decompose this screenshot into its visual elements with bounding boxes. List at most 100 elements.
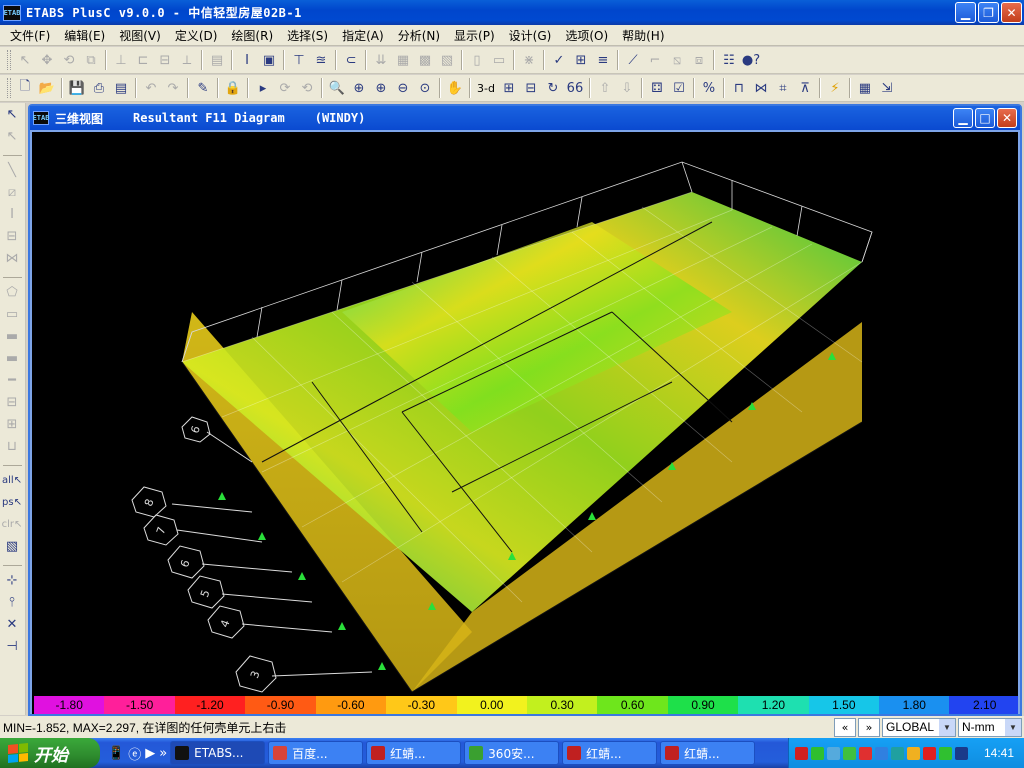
view-minimize-button[interactable]: ▁	[953, 108, 973, 128]
coord-system-select[interactable]: GLOBAL ▼	[882, 717, 956, 737]
draw-line-icon[interactable]: ⟋	[622, 49, 644, 71]
units-select[interactable]: N-mm ▼	[958, 717, 1022, 737]
select-pointer-icon[interactable]: ↖	[0, 103, 24, 125]
area-section-icon[interactable]: ▣	[258, 49, 280, 71]
view-3d-button[interactable]: 3-d	[474, 82, 498, 95]
view-close-button[interactable]: ✕	[997, 108, 1017, 128]
truss-view-icon[interactable]: ⋈	[750, 77, 772, 99]
percent-icon[interactable]: %	[698, 77, 720, 99]
info-icon[interactable]: ●?	[740, 49, 762, 71]
up-arrow-icon[interactable]: ⇧	[594, 77, 616, 99]
move-icon[interactable]: ✥	[36, 49, 58, 71]
clear-select-icon[interactable]: clr↖	[0, 513, 24, 535]
set-display-icon[interactable]: ⚃	[646, 77, 668, 99]
menu-design[interactable]: 设计(G)	[502, 27, 559, 44]
tray-input-icon[interactable]	[955, 746, 968, 760]
draw-opening-icon[interactable]: ▬	[0, 347, 24, 369]
menu-file[interactable]: 文件(F)	[3, 27, 57, 44]
menu-view[interactable]: 视图(V)	[112, 27, 168, 44]
more-chevron-icon[interactable]: »	[159, 746, 167, 761]
menu-analyze[interactable]: 分析(N)	[391, 27, 447, 44]
tray-blue-icon[interactable]	[875, 746, 888, 760]
zoom-window-icon[interactable]: 🔍	[326, 77, 348, 99]
menu-select[interactable]: 选择(S)	[280, 27, 335, 44]
export-icon[interactable]: ⇲	[876, 77, 898, 99]
pan-icon[interactable]: ✋	[444, 77, 466, 99]
run-analysis-icon[interactable]: ▸	[252, 77, 274, 99]
task-button[interactable]: 红蜻...	[660, 741, 756, 765]
previous-select-icon[interactable]: ps↖	[0, 491, 24, 513]
rotate-3d-icon[interactable]: ↻	[542, 77, 564, 99]
portal-frame-icon[interactable]: ⊓	[728, 77, 750, 99]
draw-column-icon[interactable]: I	[0, 203, 24, 225]
check-icon[interactable]: ✓	[548, 49, 570, 71]
media-icon[interactable]: ▶	[145, 746, 155, 761]
perspective-icon[interactable]: 66	[564, 77, 586, 99]
frame-forces-icon[interactable]: ⊼	[794, 77, 816, 99]
ie-icon[interactable]: ⓔ	[128, 744, 141, 763]
draw-line-icon[interactable]: ╲	[0, 159, 24, 181]
spring-icon[interactable]: ≊	[310, 49, 332, 71]
wall-icon[interactable]: ▯	[466, 49, 488, 71]
save-icon[interactable]: 💾	[66, 77, 88, 99]
elevation-view-icon[interactable]: ⊟	[520, 77, 542, 99]
tray-shield-icon[interactable]	[907, 746, 920, 760]
merge-icon[interactable]: ⊏	[132, 49, 154, 71]
table-view-icon[interactable]: ▦	[854, 77, 876, 99]
task-button[interactable]: 360安...	[464, 741, 560, 765]
tray-speaker-icon[interactable]	[891, 746, 904, 760]
rotate-view-icon[interactable]: ⟳	[274, 77, 296, 99]
draw-area-icon[interactable]: ⬠	[0, 281, 24, 303]
tray-close-icon[interactable]	[859, 746, 872, 760]
draw-rect-icon[interactable]: ▭	[0, 303, 24, 325]
zoom-in-icon[interactable]: ⊕	[370, 77, 392, 99]
load-temp-icon[interactable]: ▧	[436, 49, 458, 71]
minimize-button[interactable]: ▁	[955, 2, 976, 23]
close-button[interactable]: ✕	[1001, 2, 1022, 23]
zoom-all-icon[interactable]: ⊙	[414, 77, 436, 99]
draw-section-icon[interactable]: ⊞	[0, 413, 24, 435]
section-icon[interactable]: ▤	[206, 49, 228, 71]
brace-icon[interactable]: ⧅	[666, 49, 688, 71]
pier-icon[interactable]: ▭	[488, 49, 510, 71]
diaphragm-icon[interactable]: ⊂	[340, 49, 362, 71]
restore-button[interactable]: ❐	[978, 2, 999, 23]
print-setup-icon[interactable]: ▤	[110, 77, 132, 99]
open-folder-icon[interactable]: 📂	[36, 77, 58, 99]
menu-display[interactable]: 显示(P)	[447, 27, 502, 44]
start-button[interactable]: 开始	[0, 738, 100, 768]
reshape-icon[interactable]: ↖	[0, 125, 24, 147]
menu-define[interactable]: 定义(D)	[168, 27, 225, 44]
task-button[interactable]: 百度...	[268, 741, 364, 765]
zoom-restore-icon[interactable]: ⊕	[348, 77, 370, 99]
rotate-icon[interactable]: ⟲	[58, 49, 80, 71]
lock-icon[interactable]: 🔒	[222, 77, 244, 99]
snap-intersect-icon[interactable]: ✕	[0, 613, 24, 635]
menu-draw[interactable]: 绘图(R)	[224, 27, 280, 44]
mesh-icon[interactable]: ⋇	[518, 49, 540, 71]
pencil-icon[interactable]: ✎	[192, 77, 214, 99]
down-arrow-icon[interactable]: ⇩	[616, 77, 638, 99]
load-point-icon[interactable]: ⇊	[370, 49, 392, 71]
new-file-icon[interactable]: 🗋	[14, 77, 36, 99]
draw-brace-icon[interactable]: ⧄	[0, 181, 24, 203]
print-icon[interactable]: ⎙	[88, 77, 110, 99]
load-frame-icon[interactable]: ▦	[392, 49, 414, 71]
grid-icon[interactable]: ⌗	[772, 77, 794, 99]
menu-options[interactable]: 选项(O)	[558, 27, 615, 44]
task-button[interactable]: 红蜻...	[366, 741, 462, 765]
plan-view-icon[interactable]: ⊞	[498, 77, 520, 99]
view-maximize-button[interactable]: □	[975, 108, 995, 128]
frame-design-icon[interactable]: ⊞	[570, 49, 592, 71]
next-button[interactable]: »	[858, 717, 880, 737]
menu-assign[interactable]: 指定(A)	[335, 27, 391, 44]
select-all-icon[interactable]: all↖	[0, 469, 24, 491]
lightning-icon[interactable]: ⚡	[824, 77, 846, 99]
menu-help[interactable]: 帮助(H)	[615, 27, 671, 44]
zoom-out-icon[interactable]: ⊖	[392, 77, 414, 99]
checkbox-icon[interactable]: ☑	[668, 77, 690, 99]
draw-dim-icon[interactable]: ━	[0, 369, 24, 391]
tray-guard-icon[interactable]	[939, 746, 952, 760]
align-icon[interactable]: ⊥	[110, 49, 132, 71]
draw-pier-icon[interactable]: ⊔	[0, 435, 24, 457]
